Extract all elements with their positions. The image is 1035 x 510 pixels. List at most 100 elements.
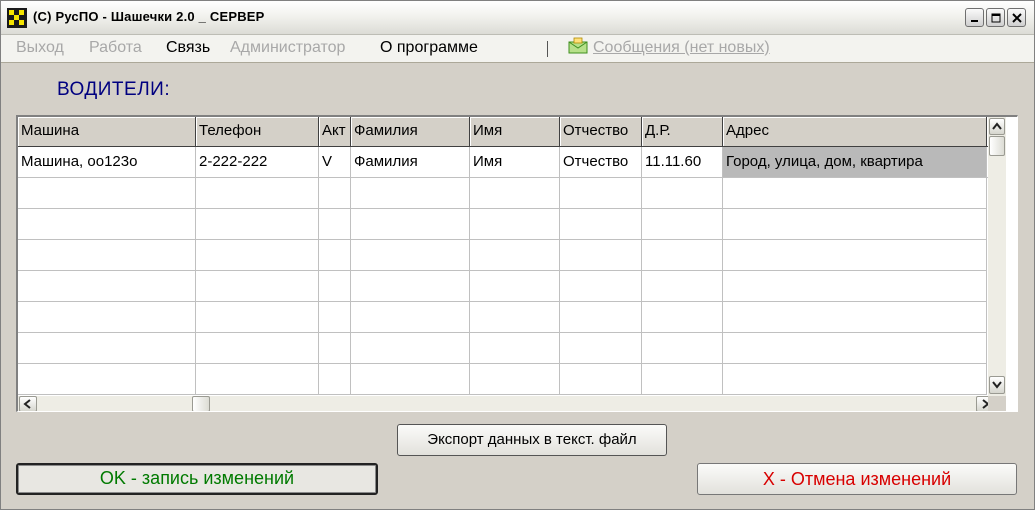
cell-car[interactable]: Машина, oo123o [18, 147, 196, 178]
empty-cell[interactable] [642, 364, 723, 395]
empty-cell[interactable] [196, 178, 319, 209]
empty-cell[interactable] [319, 271, 351, 302]
empty-cell[interactable] [18, 209, 196, 240]
empty-cell[interactable] [319, 302, 351, 333]
empty-cell[interactable] [18, 302, 196, 333]
scroll-left-button[interactable] [19, 396, 37, 411]
empty-cell[interactable] [642, 240, 723, 271]
column-header-patronymic[interactable]: Отчество [560, 117, 642, 147]
empty-cell[interactable] [560, 302, 642, 333]
empty-cell[interactable] [470, 364, 560, 395]
close-button[interactable] [1007, 8, 1026, 27]
menu-exit[interactable]: Выход [16, 39, 64, 57]
arrow-down-icon [992, 381, 1002, 389]
empty-cell[interactable] [642, 178, 723, 209]
maximize-button[interactable] [986, 8, 1005, 27]
empty-cell[interactable] [18, 364, 196, 395]
empty-cell[interactable] [196, 209, 319, 240]
main-window: (C) РусПО - Шашечки 2.0 _ СЕРВЕР Выход Р… [0, 0, 1035, 510]
vertical-scrollbar[interactable] [988, 117, 1006, 396]
empty-cell[interactable] [351, 271, 470, 302]
cancel-button[interactable]: X - Отмена изменений [697, 463, 1017, 495]
menu-bar: Выход Работа Связь Администратор О прогр… [1, 35, 1034, 63]
cell-phone[interactable]: 2-222-222 [196, 147, 319, 178]
empty-cell[interactable] [351, 209, 470, 240]
empty-cell[interactable] [560, 364, 642, 395]
column-header-active[interactable]: Акт [319, 117, 351, 147]
empty-cell[interactable] [723, 302, 987, 333]
empty-cell[interactable] [642, 302, 723, 333]
cell-active[interactable]: V [319, 147, 351, 178]
empty-cell[interactable] [470, 178, 560, 209]
empty-cell[interactable] [196, 364, 319, 395]
cell-name[interactable]: Имя [470, 147, 560, 178]
empty-cell[interactable] [18, 240, 196, 271]
menu-work[interactable]: Работа [89, 39, 142, 57]
grid-viewport: Машина Телефон Акт Фамилия Имя Отчество … [18, 117, 988, 396]
section-title: ВОДИТЕЛИ: [57, 79, 171, 100]
minimize-button[interactable] [965, 8, 984, 27]
column-header-birthdate[interactable]: Д.Р. [642, 117, 723, 147]
empty-cell[interactable] [319, 178, 351, 209]
menu-about[interactable]: О программе [380, 39, 478, 57]
column-header-car[interactable]: Машина [18, 117, 196, 147]
empty-cell[interactable] [18, 178, 196, 209]
empty-cell[interactable] [723, 333, 987, 364]
empty-cell[interactable] [723, 209, 987, 240]
envelope-icon[interactable] [568, 37, 588, 55]
menu-administrator[interactable]: Администратор [230, 39, 345, 57]
scroll-up-button[interactable] [989, 118, 1005, 135]
empty-cell[interactable] [351, 333, 470, 364]
empty-cell[interactable] [723, 240, 987, 271]
empty-cell[interactable] [642, 209, 723, 240]
column-header-name[interactable]: Имя [470, 117, 560, 147]
empty-cell[interactable] [319, 364, 351, 395]
empty-cell[interactable] [18, 333, 196, 364]
empty-cell[interactable] [470, 333, 560, 364]
horizontal-scrollbar[interactable] [18, 396, 994, 411]
empty-cell[interactable] [560, 271, 642, 302]
scroll-down-button[interactable] [989, 376, 1005, 394]
empty-cell[interactable] [470, 271, 560, 302]
empty-cell[interactable] [196, 271, 319, 302]
empty-cell[interactable] [642, 271, 723, 302]
cell-birthdate[interactable]: 11.11.60 [642, 147, 723, 178]
empty-cell[interactable] [470, 209, 560, 240]
empty-cell[interactable] [560, 240, 642, 271]
empty-cell[interactable] [351, 302, 470, 333]
empty-cell[interactable] [196, 333, 319, 364]
cell-patronymic[interactable]: Отчество [560, 147, 642, 178]
empty-cell[interactable] [196, 302, 319, 333]
empty-cell[interactable] [18, 271, 196, 302]
empty-cell[interactable] [319, 333, 351, 364]
export-button[interactable]: Экспорт данных в текст. файл [397, 424, 667, 456]
empty-cell[interactable] [560, 333, 642, 364]
empty-cell[interactable] [196, 240, 319, 271]
empty-cell[interactable] [723, 178, 987, 209]
empty-cell[interactable] [723, 364, 987, 395]
column-header-surname[interactable]: Фамилия [351, 117, 470, 147]
column-header-address[interactable]: Адрес [723, 117, 987, 147]
save-button[interactable]: OK - запись изменений [16, 463, 378, 495]
column-header-phone[interactable]: Телефон [196, 117, 319, 147]
horizontal-scroll-thumb[interactable] [192, 396, 210, 411]
arrow-left-icon [23, 399, 31, 409]
vertical-scroll-thumb[interactable] [989, 136, 1005, 156]
empty-cell[interactable] [351, 240, 470, 271]
empty-cell[interactable] [470, 302, 560, 333]
empty-cell[interactable] [470, 240, 560, 271]
empty-cell[interactable] [319, 240, 351, 271]
empty-cell[interactable] [723, 271, 987, 302]
messages-link[interactable]: Сообщения (нет новых) [593, 39, 770, 57]
empty-cell[interactable] [351, 364, 470, 395]
cell-surname[interactable]: Фамилия [351, 147, 470, 178]
menu-connection[interactable]: Связь [166, 39, 210, 57]
drivers-grid[interactable]: Машина Телефон Акт Фамилия Имя Отчество … [16, 115, 1018, 412]
empty-cell[interactable] [642, 333, 723, 364]
cell-address-selected[interactable]: Город, улица, дом, квартира [723, 147, 987, 178]
empty-cell[interactable] [351, 178, 470, 209]
empty-cell[interactable] [319, 209, 351, 240]
empty-cell[interactable] [560, 178, 642, 209]
title-bar[interactable]: (C) РусПО - Шашечки 2.0 _ СЕРВЕР [1, 1, 1034, 35]
empty-cell[interactable] [560, 209, 642, 240]
